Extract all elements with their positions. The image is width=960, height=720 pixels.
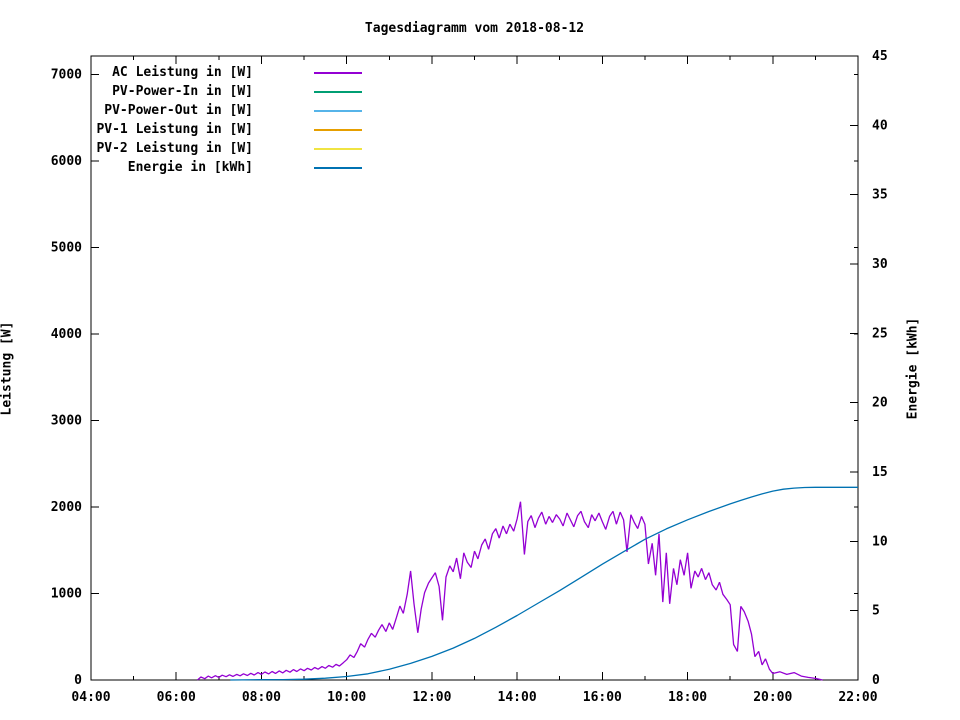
y2-tick-label: 5 [872,604,880,619]
legend-item-label: PV-Power-Out in [W] [104,103,253,118]
y-tick-label: 2000 [51,500,82,515]
x-tick-label: 22:00 [838,690,877,705]
x-tick-label: 08:00 [242,690,281,705]
x-tick-label: 20:00 [753,690,792,705]
chart-canvas: Tagesdiagramm vom 2018-08-12 Leistung [W… [0,0,960,720]
legend-item-line-sample [314,148,362,150]
legend-item-line-sample [314,167,362,169]
y2-tick-label: 25 [872,326,888,341]
legend-item-line-sample [314,110,362,112]
x-tick-label: 12:00 [412,690,451,705]
x-tick-label: 14:00 [498,690,537,705]
y2-tick-label: 10 [872,534,888,549]
y-tick-label: 5000 [51,240,82,255]
legend-item-line-sample [314,72,362,74]
legend-item-label: Energie in [kWh] [127,160,253,175]
legend-item-line-sample [314,129,362,131]
y-tick-label: 4000 [51,327,82,342]
y-tick-label: 0 [74,673,82,688]
series-line-ac [197,501,823,681]
x-tick-label: 18:00 [668,690,707,705]
y2-tick-label: 30 [872,257,888,272]
y2-tick-label: 15 [872,465,888,480]
legend-item-label: PV-2 Leistung in [W] [96,141,253,156]
y2-tick-label: 45 [872,49,888,64]
x-tick-label: 04:00 [71,690,110,705]
x-tick-label: 16:00 [583,690,622,705]
y2-tick-label: 0 [872,673,880,688]
legend-item-label: PV-1 Leistung in [W] [96,122,253,137]
legend-item-label: AC Leistung in [W] [112,65,253,80]
x-tick-label: 10:00 [327,690,366,705]
y2-tick-label: 40 [872,118,888,133]
legend-item-line-sample [314,91,362,93]
y2-tick-label: 35 [872,188,888,203]
y-tick-label: 3000 [51,413,82,428]
y-tick-label: 1000 [51,586,82,601]
series-line-energie [230,486,858,681]
legend-item-label: PV-Power-In in [W] [112,84,253,99]
y2-tick-label: 20 [872,396,888,411]
x-tick-label: 06:00 [157,690,196,705]
